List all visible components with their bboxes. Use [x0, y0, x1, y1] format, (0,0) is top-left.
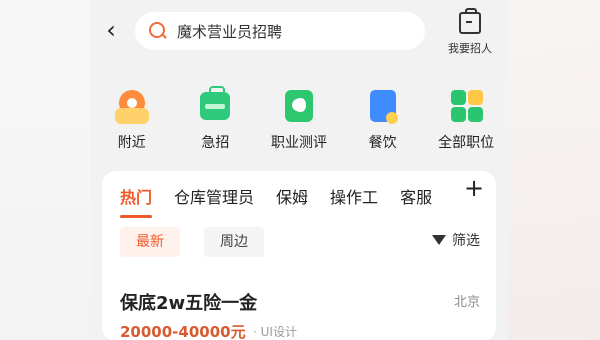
- food-book-icon: [364, 86, 402, 124]
- top-bar: ‹ 魔术营业员招聘 我要招人: [90, 0, 508, 68]
- filter-latest[interactable]: 最新: [120, 227, 180, 257]
- job-title: 保底2w五险一金: [120, 293, 258, 314]
- briefcase-icon: [196, 86, 234, 124]
- quick-link-label: 急招: [201, 135, 230, 151]
- plus-icon: +: [464, 174, 485, 202]
- back-button[interactable]: ‹: [102, 18, 120, 42]
- tab-operator[interactable]: 操作工: [330, 184, 378, 208]
- filter-button[interactable]: 筛选: [432, 230, 480, 250]
- post-job-label: 我要招人: [448, 42, 492, 55]
- grid-icon: [447, 86, 485, 124]
- job-city: 北京: [453, 295, 480, 310]
- quick-links: 附近 急招 职业测评 餐饮 全部职位: [90, 84, 508, 156]
- quick-link-label: 全部职位: [438, 135, 495, 151]
- map-pin-icon: [113, 84, 151, 124]
- tab-hot[interactable]: 热门: [120, 184, 153, 218]
- job-app-screen: ‹ 魔术营业员招聘 我要招人 附近 急招 职业测评 餐饮 全部职位 热门 仓库管…: [90, 0, 508, 340]
- quick-link-label: 附近: [117, 135, 146, 151]
- job-salary: 20000-40000元: [120, 323, 246, 340]
- add-tab-button[interactable]: +: [464, 176, 484, 200]
- quick-link-label: 餐饮: [368, 135, 397, 151]
- filter-nearby[interactable]: 周边: [204, 227, 264, 257]
- left-background: [0, 0, 90, 340]
- job-tag: · UI设计: [253, 325, 297, 339]
- tab-warehouse-manager[interactable]: 仓库管理员: [174, 184, 254, 208]
- chevron-left-icon: ‹: [106, 16, 116, 44]
- post-job-button[interactable]: 我要招人: [442, 8, 498, 56]
- quick-link-urgent[interactable]: 急招: [178, 86, 252, 156]
- category-tabs: 热门 仓库管理员 保姆 操作工 客服: [120, 183, 480, 218]
- quick-link-food[interactable]: 餐饮: [346, 86, 420, 156]
- tab-customer-service[interactable]: 客服: [400, 184, 432, 208]
- search-query: 魔术营业员招聘: [177, 22, 283, 41]
- quick-link-all[interactable]: 全部职位: [429, 86, 503, 156]
- filter-row: 最新 周边 筛选: [120, 227, 480, 257]
- filter-icon: [432, 235, 446, 245]
- tab-nanny[interactable]: 保姆: [276, 184, 308, 208]
- search-bar[interactable]: 魔术营业员招聘: [135, 12, 425, 50]
- job-list-panel: 热门 仓库管理员 保姆 操作工 客服 + 最新 周边 筛选 保底2w五险一金 北…: [102, 171, 496, 340]
- filter-label: 筛选: [452, 233, 480, 249]
- quick-link-nearby[interactable]: 附近: [95, 84, 169, 156]
- search-icon: [147, 20, 169, 42]
- assessment-icon: [280, 86, 318, 124]
- screen: ‹ 魔术营业员招聘 我要招人 附近 急招 职业测评 餐饮 全部职位 热门 仓库管…: [0, 0, 600, 340]
- quick-link-label: 职业测评: [270, 135, 327, 151]
- briefcase-icon: [459, 8, 481, 34]
- quick-link-assessment[interactable]: 职业测评: [262, 86, 336, 156]
- job-card[interactable]: 保底2w五险一金 北京 20000-40000元 · UI设计: [120, 289, 480, 340]
- right-background: [508, 0, 600, 340]
